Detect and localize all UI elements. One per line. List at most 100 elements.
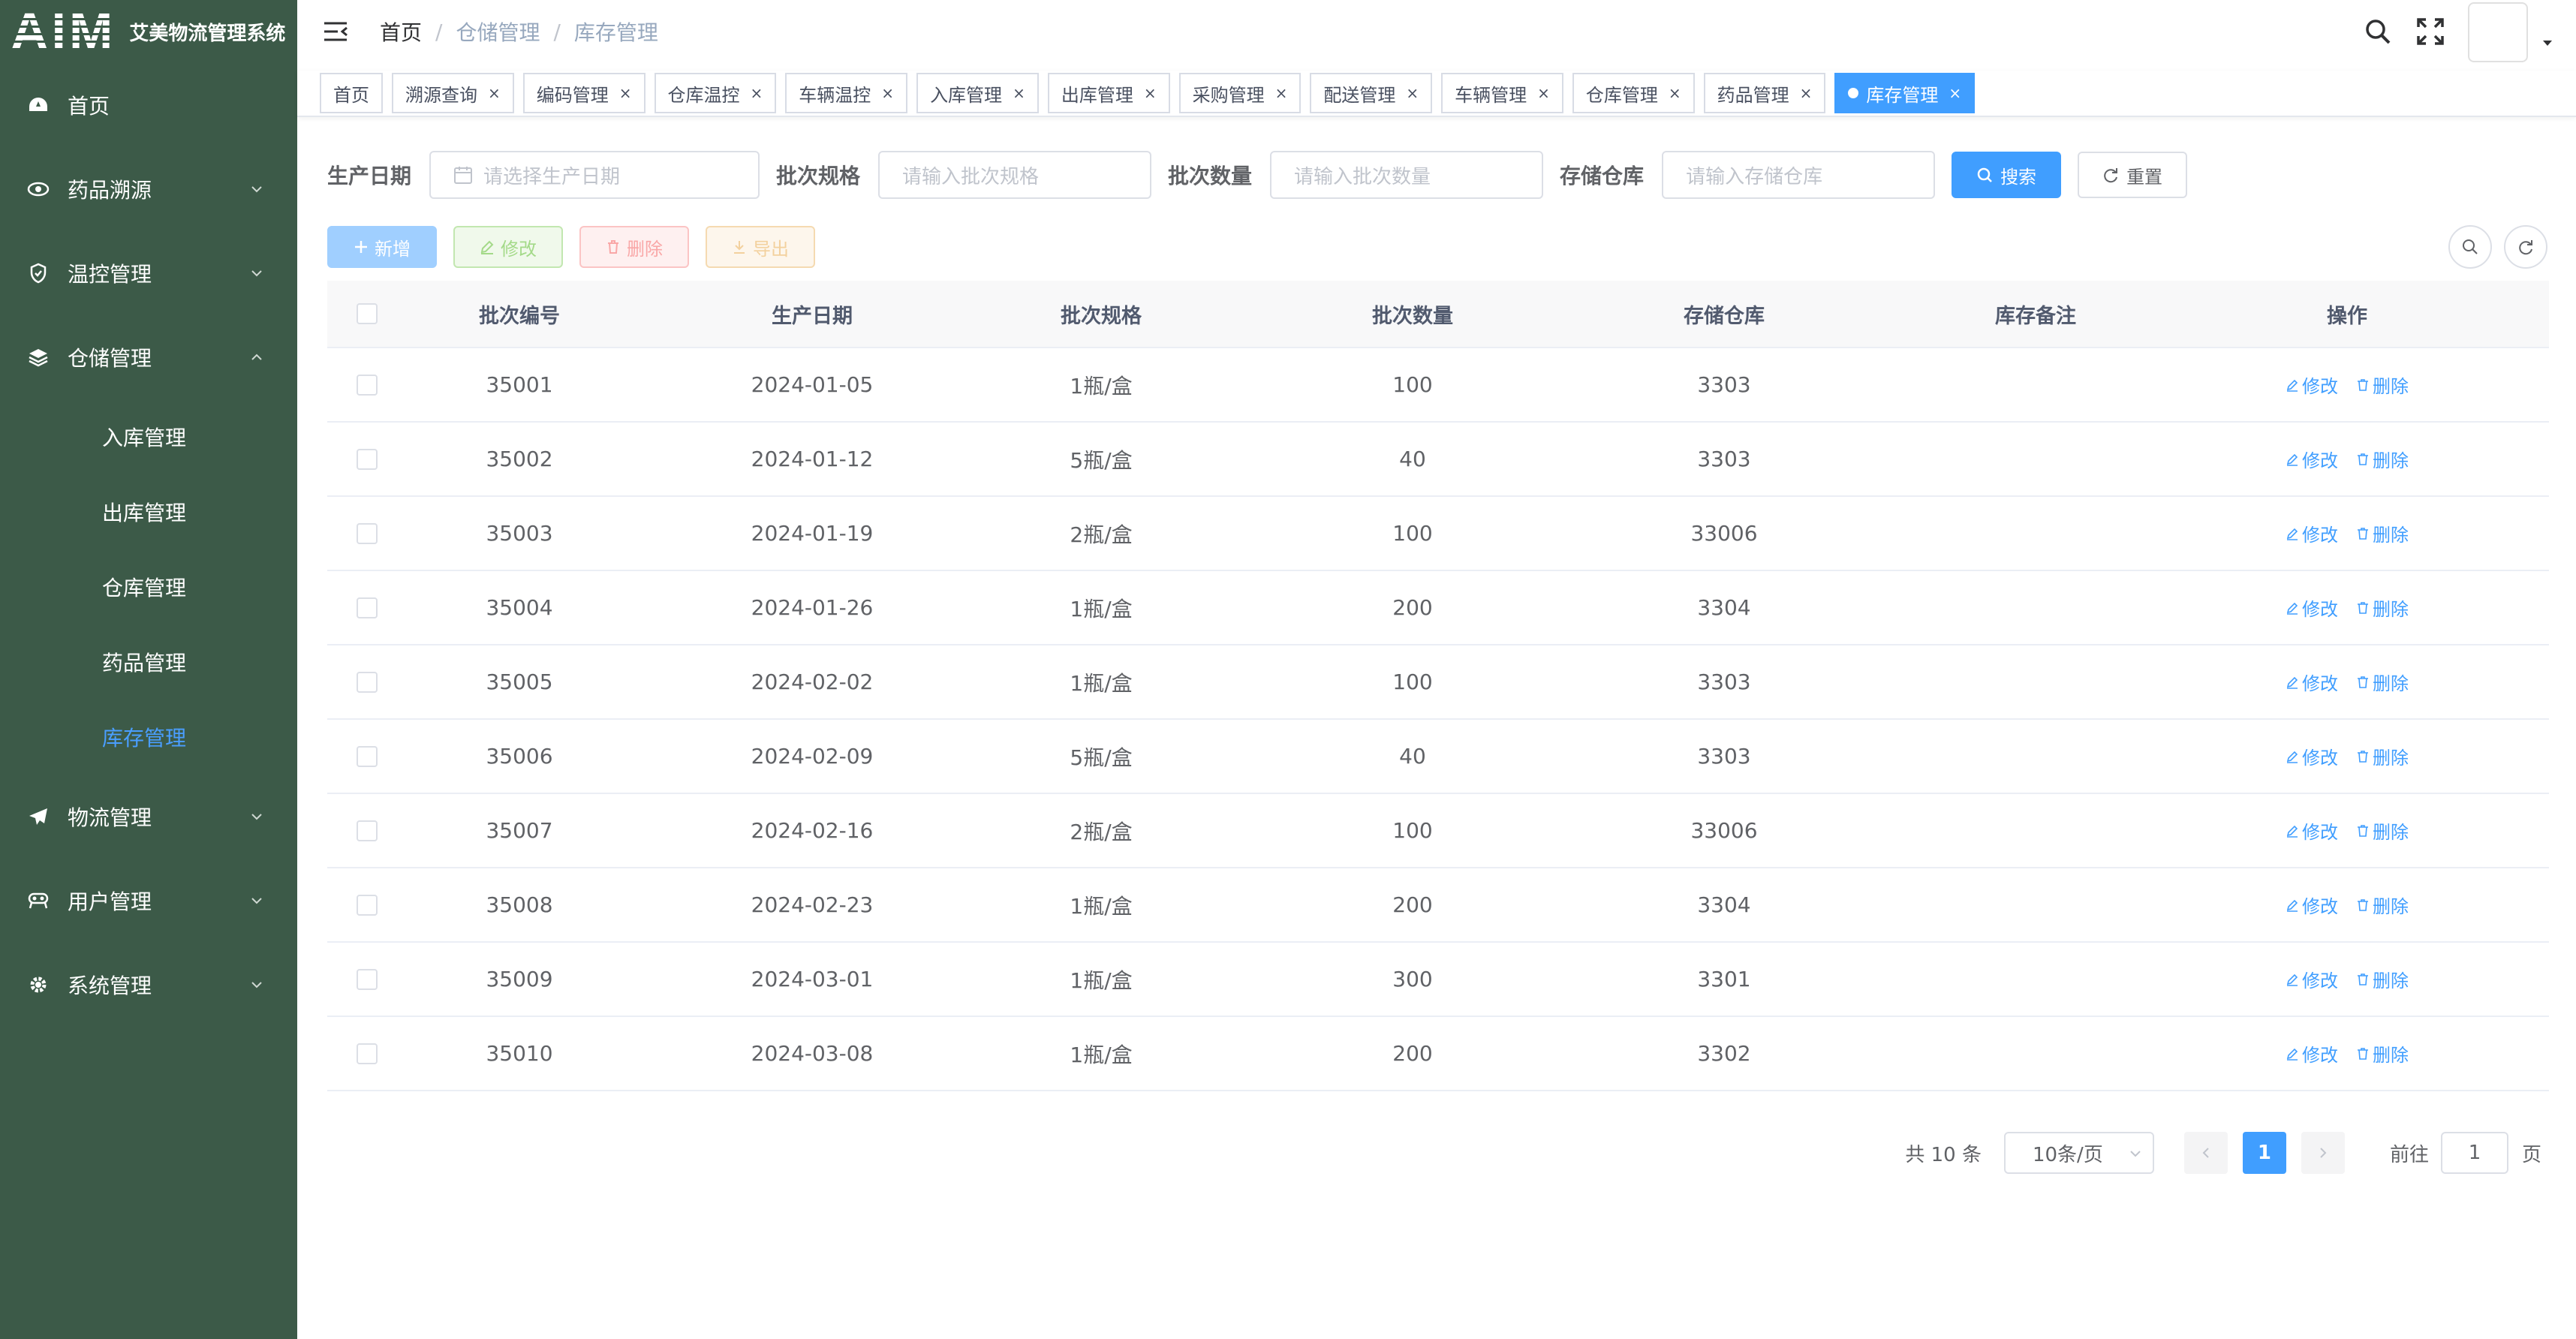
sidebar-sub-inventory[interactable]: 库存管理 <box>0 700 297 775</box>
cell-warehouse: 3304 <box>1697 595 1751 620</box>
row-delete-link[interactable]: 删除 <box>2356 966 2409 992</box>
row-delete-link[interactable]: 删除 <box>2356 743 2409 769</box>
row-edit-link[interactable]: 修改 <box>2286 743 2338 769</box>
add-button[interactable]: 新增 <box>327 226 437 268</box>
close-icon[interactable]: × <box>619 84 632 102</box>
search-icon[interactable] <box>2363 17 2393 47</box>
row-delete-link[interactable]: 删除 <box>2356 372 2409 398</box>
row-edit-link[interactable]: 修改 <box>2286 372 2338 398</box>
date-picker[interactable]: 请选择生产日期 <box>429 151 760 199</box>
row-edit-link[interactable]: 修改 <box>2286 966 2338 992</box>
row-checkbox[interactable] <box>357 448 378 470</box>
close-icon[interactable]: × <box>751 84 763 102</box>
close-icon[interactable]: × <box>1013 84 1025 102</box>
avatar[interactable] <box>2468 2 2528 62</box>
tag-purchase[interactable]: 采购管理 × <box>1178 73 1302 113</box>
sidebar-item-home[interactable]: 首页 <box>0 63 297 147</box>
tag-warehouse-temp[interactable]: 仓库温控 × <box>654 73 777 113</box>
delete-button[interactable]: 删除 <box>579 226 689 268</box>
page-size-select[interactable]: 10条/页 <box>2003 1132 2154 1174</box>
row-delete-link[interactable]: 删除 <box>2356 520 2409 546</box>
row-checkbox[interactable] <box>357 374 378 396</box>
row-edit-link[interactable]: 修改 <box>2286 520 2338 546</box>
chevron-down-icon <box>251 270 262 277</box>
next-page-button[interactable] <box>2301 1132 2345 1174</box>
tag-drug[interactable]: 药品管理 × <box>1703 73 1826 113</box>
toggle-search-button[interactable] <box>2448 225 2492 269</box>
row-delete-label: 删除 <box>2373 1045 2409 1066</box>
hamburger-icon[interactable] <box>323 20 348 43</box>
row-checkbox[interactable] <box>357 522 378 544</box>
breadcrumb-home[interactable]: 首页 <box>380 17 422 47</box>
tag-outbound[interactable]: 出库管理 × <box>1047 73 1170 113</box>
export-button[interactable]: 导出 <box>706 226 815 268</box>
tag-vehicle[interactable]: 车辆管理 × <box>1441 73 1563 113</box>
warehouse-input[interactable]: 请输入存储仓库 <box>1662 151 1936 199</box>
spec-input[interactable]: 请输入批次规格 <box>878 151 1152 199</box>
row-edit-link[interactable]: 修改 <box>2286 669 2338 695</box>
caret-down-icon[interactable] <box>2540 35 2555 50</box>
tag-delivery[interactable]: 配送管理 × <box>1310 73 1433 113</box>
tag-inbound[interactable]: 入库管理 × <box>916 73 1039 113</box>
sidebar-item-logistics[interactable]: 物流管理 <box>0 775 297 859</box>
row-edit-link[interactable]: 修改 <box>2286 817 2338 844</box>
prev-page-button[interactable] <box>2183 1132 2228 1174</box>
select-all-checkbox[interactable] <box>357 303 378 324</box>
spec-placeholder: 请输入批次规格 <box>902 165 1040 188</box>
tag-trace[interactable]: 溯源查询 × <box>392 73 514 113</box>
close-icon[interactable]: × <box>488 84 501 102</box>
close-icon[interactable]: × <box>1537 84 1550 102</box>
page-number-button[interactable]: 1 <box>2242 1132 2286 1174</box>
row-delete-link[interactable]: 删除 <box>2356 1040 2409 1067</box>
sidebar-item-temperature[interactable]: 温控管理 <box>0 231 297 315</box>
sidebar-item-users[interactable]: 用户管理 <box>0 859 297 943</box>
trash-icon <box>2358 824 2368 837</box>
qty-input[interactable]: 请输入批次数量 <box>1270 151 1544 199</box>
reset-button[interactable]: 重置 <box>2078 152 2188 198</box>
paper-plane-icon <box>27 805 50 828</box>
tag-vehicle-temp[interactable]: 车辆温控 × <box>785 73 908 113</box>
sidebar-sub-inbound[interactable]: 入库管理 <box>0 399 297 474</box>
close-icon[interactable]: × <box>1949 84 1961 102</box>
sidebar-item-storage[interactable]: 仓储管理 <box>0 315 297 399</box>
row-edit-link[interactable]: 修改 <box>2286 446 2338 472</box>
table-row: 35001 2024-01-05 1瓶/盒 100 3303 修改 删除 <box>327 348 2549 423</box>
header-production-date: 生产日期 <box>772 304 853 328</box>
row-checkbox[interactable] <box>357 745 378 767</box>
sidebar-item-trace[interactable]: 药品溯源 <box>0 147 297 231</box>
row-delete-link[interactable]: 删除 <box>2356 817 2409 844</box>
tag-coding[interactable]: 编码管理 × <box>522 73 646 113</box>
pagination: 共 10 条 10条/页 1 前往 1 页 <box>1905 1132 2541 1174</box>
search-button[interactable]: 搜索 <box>1952 152 2062 198</box>
close-icon[interactable]: × <box>1406 84 1419 102</box>
row-checkbox[interactable] <box>357 820 378 841</box>
row-checkbox[interactable] <box>357 1043 378 1064</box>
tag-inventory[interactable]: 库存管理 × <box>1834 73 1976 113</box>
close-icon[interactable]: × <box>1275 84 1288 102</box>
sidebar-sub-drug[interactable]: 药品管理 <box>0 624 297 700</box>
sidebar-sub-warehouse[interactable]: 仓库管理 <box>0 549 297 624</box>
edit-button[interactable]: 修改 <box>453 226 563 268</box>
row-checkbox[interactable] <box>357 671 378 693</box>
row-delete-link[interactable]: 删除 <box>2356 594 2409 621</box>
sidebar-item-system[interactable]: 系统管理 <box>0 943 297 1027</box>
close-icon[interactable]: × <box>1800 84 1813 102</box>
row-checkbox[interactable] <box>357 968 378 990</box>
close-icon[interactable]: × <box>1669 84 1681 102</box>
row-delete-link[interactable]: 删除 <box>2356 446 2409 472</box>
row-checkbox[interactable] <box>357 894 378 916</box>
refresh-table-button[interactable] <box>2504 225 2547 269</box>
close-icon[interactable]: × <box>881 84 894 102</box>
goto-page-input[interactable]: 1 <box>2440 1132 2508 1174</box>
row-edit-link[interactable]: 修改 <box>2286 1040 2338 1067</box>
row-delete-link[interactable]: 删除 <box>2356 669 2409 695</box>
tag-warehouse[interactable]: 仓库管理 × <box>1572 73 1695 113</box>
row-delete-link[interactable]: 删除 <box>2356 892 2409 918</box>
sidebar-sub-outbound[interactable]: 出库管理 <box>0 474 297 549</box>
row-edit-link[interactable]: 修改 <box>2286 594 2338 621</box>
row-edit-link[interactable]: 修改 <box>2286 892 2338 918</box>
close-icon[interactable]: × <box>1144 84 1157 102</box>
fullscreen-icon[interactable] <box>2415 17 2445 47</box>
tag-home[interactable]: 首页 <box>320 73 383 113</box>
row-checkbox[interactable] <box>357 597 378 618</box>
